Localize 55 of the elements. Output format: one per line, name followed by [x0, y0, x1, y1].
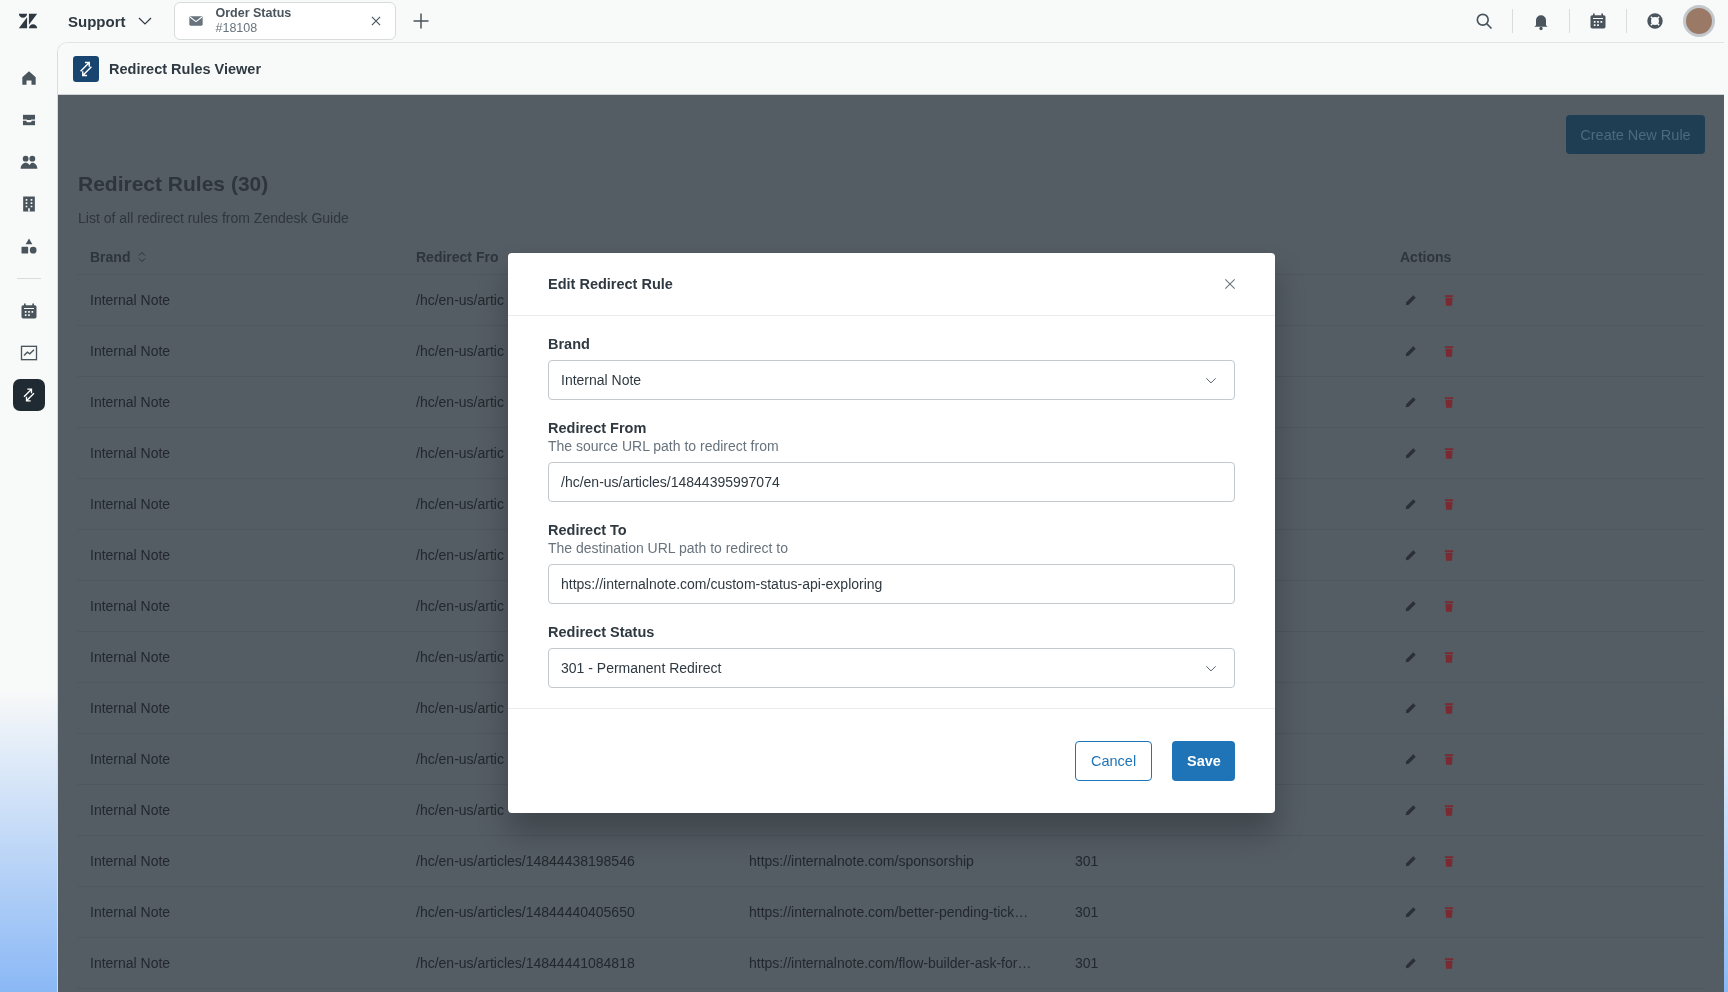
input-field[interactable]: https://internalnote.com/custom-status-api-exploring	[548, 564, 1235, 604]
trash-icon[interactable]	[1442, 599, 1456, 613]
save-button[interactable]: Save	[1172, 741, 1235, 781]
pencil-icon[interactable]	[1404, 854, 1418, 868]
trash-icon[interactable]	[1442, 497, 1456, 511]
pencil-icon[interactable]	[1404, 344, 1418, 358]
field-hint: The destination URL path to redirect to	[548, 540, 789, 556]
pencil-icon[interactable]	[1404, 293, 1418, 307]
pencil-icon[interactable]	[1404, 548, 1418, 562]
pencil-icon[interactable]	[1404, 752, 1418, 766]
trash-icon[interactable]	[1442, 752, 1456, 766]
dropdown[interactable]: Internal Note	[548, 360, 1235, 400]
trash-icon[interactable]	[1442, 344, 1456, 358]
trash-icon[interactable]	[1442, 701, 1456, 715]
field-label: Redirect To	[548, 522, 628, 538]
app-logo-icon	[73, 55, 99, 82]
tab-title: Order Status	[215, 6, 293, 21]
pencil-icon[interactable]	[1404, 446, 1418, 460]
trash-icon[interactable]	[1442, 293, 1456, 307]
search-icon[interactable]	[1474, 11, 1494, 31]
tab-subtitle: #18108	[215, 21, 259, 36]
nav-item[interactable]	[12, 379, 45, 411]
trash-icon[interactable]	[1442, 395, 1456, 409]
pencil-icon[interactable]	[1404, 905, 1418, 919]
dropdown[interactable]: 301 - Permanent Redirect	[548, 648, 1235, 688]
avatar[interactable]	[1683, 5, 1715, 37]
field-hint: The source URL path to redirect from	[548, 438, 780, 454]
trash-icon[interactable]	[1442, 650, 1456, 664]
product-switcher[interactable]: Support	[68, 12, 154, 30]
calendar-icon[interactable]	[1588, 11, 1608, 31]
trash-icon[interactable]	[1442, 854, 1456, 868]
cancel-button[interactable]: Cancel	[1075, 741, 1152, 781]
trash-icon[interactable]	[1442, 548, 1456, 562]
lifebuoy-icon[interactable]	[1645, 11, 1665, 31]
trash-icon[interactable]	[1442, 905, 1456, 919]
pencil-icon[interactable]	[1404, 650, 1418, 664]
chart-icon	[18, 343, 39, 363]
trash-icon[interactable]	[1442, 803, 1456, 817]
trash-icon[interactable]	[1442, 446, 1456, 460]
field-label: Redirect From	[548, 420, 648, 436]
mail-icon	[187, 13, 204, 29]
field-label: Brand	[548, 336, 591, 352]
app-title: Redirect Rules Viewer	[109, 60, 262, 77]
input-field[interactable]: /hc/en-us/articles/14844395997074	[548, 462, 1235, 502]
field-label: Redirect Status	[548, 624, 656, 640]
pencil-icon[interactable]	[1404, 599, 1418, 613]
trash-icon[interactable]	[1442, 956, 1456, 970]
close-icon[interactable]	[1223, 277, 1237, 291]
ticket-tab[interactable]: Order Status #18108	[173, 2, 396, 40]
pencil-icon[interactable]	[1404, 497, 1418, 511]
pencil-icon[interactable]	[1404, 395, 1418, 409]
dialog-title: Edit Redirect Rule	[548, 276, 673, 292]
pencil-icon[interactable]	[1404, 701, 1418, 715]
pencil-icon[interactable]	[1404, 803, 1418, 817]
pencil-icon[interactable]	[1404, 956, 1418, 970]
